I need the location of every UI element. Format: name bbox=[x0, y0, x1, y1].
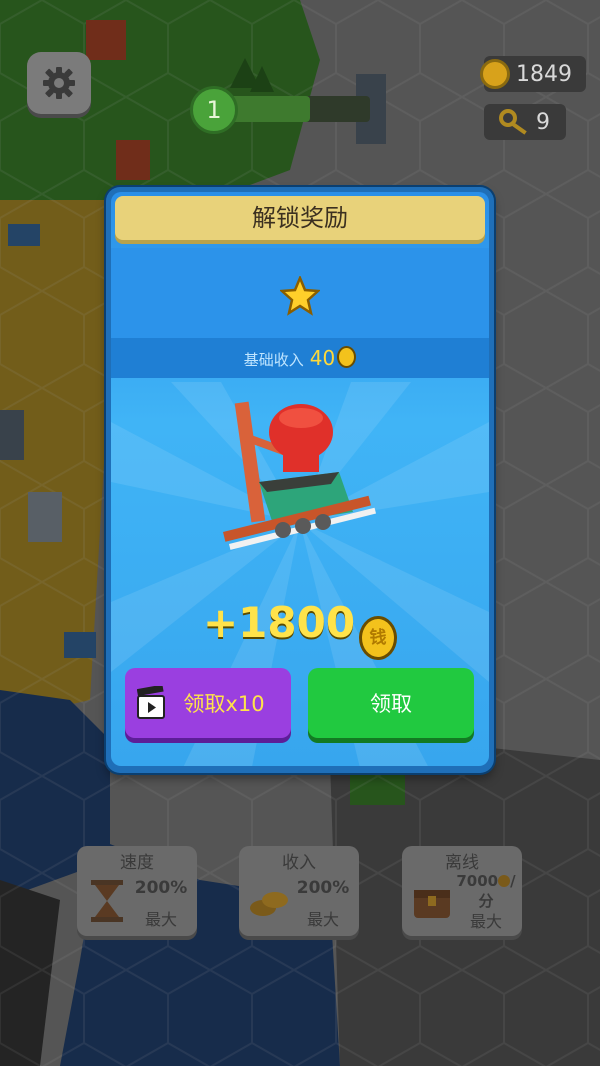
key-count: 9 bbox=[536, 109, 550, 135]
coin-count: 1849 bbox=[516, 61, 572, 87]
base-income-label: 基础收入 bbox=[243, 351, 304, 369]
coin-icon bbox=[480, 59, 510, 89]
boost-sub: 最大 bbox=[144, 910, 177, 929]
claim-button[interactable]: 领取 bbox=[308, 668, 474, 738]
video-button-label: 领取x10 bbox=[183, 692, 265, 716]
watch-ad-claim-x10-button[interactable]: 领取x10 bbox=[125, 668, 291, 738]
level-progress: 1 bbox=[190, 86, 390, 134]
settings-button[interactable] bbox=[27, 52, 91, 114]
coins-icon bbox=[250, 892, 288, 916]
star-icon bbox=[280, 276, 320, 316]
dialog-body: 解锁奖励 基础收入 40 +1800 钱 领取x10 领取 bbox=[111, 192, 489, 766]
coin-icon bbox=[337, 346, 357, 368]
level-badge: 1 bbox=[190, 86, 238, 134]
offline-boost-button[interactable]: 离线 7000/ 分 最大 bbox=[402, 846, 522, 936]
gear-icon bbox=[43, 67, 75, 99]
unlock-reward-dialog: 解锁奖励 基础收入 40 +1800 钱 领取x10 领取 bbox=[106, 187, 494, 773]
mine-cart-illustration bbox=[223, 401, 376, 550]
key-counter: 9 bbox=[484, 104, 566, 140]
level-progress-bar bbox=[220, 96, 370, 122]
offline-rate: 7000 bbox=[456, 872, 499, 890]
coin-counter: 1849 bbox=[480, 56, 586, 92]
key-icon bbox=[499, 109, 527, 135]
star-rating bbox=[111, 248, 489, 338]
offline-rate-suffix: / bbox=[510, 872, 516, 890]
dialog-title-bar: 解锁奖励 bbox=[115, 196, 485, 240]
coin-icon: 钱 bbox=[359, 616, 398, 660]
base-income: 基础收入 40 bbox=[111, 338, 489, 378]
boost-title: 收入 bbox=[282, 853, 316, 873]
clapperboard-icon bbox=[137, 686, 165, 719]
boost-value: 200% bbox=[134, 878, 188, 898]
boost-value: 200% bbox=[296, 878, 350, 898]
reward-amount-value: +1800 bbox=[202, 598, 356, 647]
boost-sub: 最大 bbox=[469, 912, 502, 931]
claim-button-label: 领取 bbox=[370, 692, 412, 716]
speed-boost-button[interactable]: 速度 200% 最大 bbox=[77, 846, 197, 936]
boost-title: 速度 bbox=[120, 853, 154, 873]
hourglass-icon bbox=[91, 880, 123, 922]
boost-title: 离线 bbox=[445, 853, 479, 873]
base-income-row: 基础收入 40 bbox=[111, 338, 489, 378]
coin-icon bbox=[498, 875, 511, 887]
reward-amount: +1800 钱 bbox=[111, 598, 489, 660]
boost-sub: 最大 bbox=[306, 910, 339, 929]
dialog-title: 解锁奖励 bbox=[252, 204, 348, 232]
chest-icon bbox=[414, 890, 450, 918]
base-income-value: 40 bbox=[309, 346, 336, 370]
boost-value: 7000 / bbox=[454, 872, 518, 890]
income-boost-button[interactable]: 收入 200% 最大 bbox=[239, 846, 359, 936]
